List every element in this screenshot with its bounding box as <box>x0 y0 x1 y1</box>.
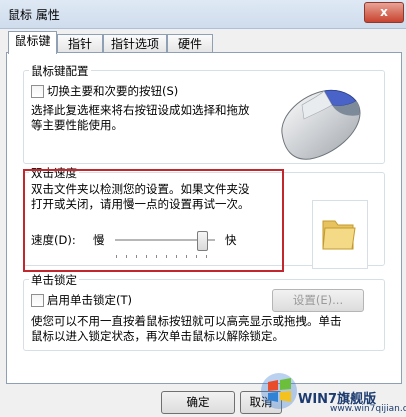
click-lock-settings-button[interactable]: 设置(E)... <box>272 289 364 312</box>
switch-buttons-label: 切换主要和次要的按钮(S) <box>47 84 179 98</box>
tab-label: 鼠标键 <box>14 34 51 48</box>
click-lock-title: 单击锁定 <box>29 272 79 288</box>
windows-logo-icon <box>261 373 297 409</box>
button-config-title: 鼠标键配置 <box>29 63 91 79</box>
button-config-description-1: 选择此复选框来将右按钮设成如选择和拖放 <box>31 103 250 117</box>
button-config-description-2: 等主要性能使用。 <box>31 118 123 132</box>
close-icon: x <box>380 5 388 19</box>
highlight-box <box>23 169 284 272</box>
tab-label: 指针 <box>67 37 92 51</box>
click-lock-description-1: 使您可以不用一直按着鼠标按钮就可以高亮显示或拖拽。单击 <box>31 314 342 328</box>
tab-mouse-buttons[interactable]: 鼠标键 <box>8 31 57 54</box>
switch-buttons-checkbox[interactable] <box>31 85 44 98</box>
tab-label: 硬件 <box>177 37 202 51</box>
tab-pointer-options[interactable]: 指针选项 <box>103 34 167 53</box>
title-bar <box>0 0 406 29</box>
window-title: 鼠标 属性 <box>8 8 60 22</box>
click-lock-label: 启用单击锁定(T) <box>47 293 132 307</box>
tab-label: 指针选项 <box>110 37 159 51</box>
test-folder-area[interactable] <box>312 200 368 269</box>
click-lock-description-2: 鼠标以进入锁定状态，再次单击鼠标以解除锁定。 <box>31 329 284 343</box>
folder-icon <box>322 220 356 250</box>
ok-button[interactable]: 确定 <box>161 391 235 414</box>
click-lock-checkbox[interactable] <box>31 294 44 307</box>
watermark-url: www.win7qijian.com <box>330 404 406 414</box>
close-button[interactable]: x <box>364 2 404 23</box>
tab-pointers[interactable]: 指针 <box>57 34 103 53</box>
tab-hardware[interactable]: 硬件 <box>167 34 213 53</box>
mouse-illustration <box>281 89 361 160</box>
